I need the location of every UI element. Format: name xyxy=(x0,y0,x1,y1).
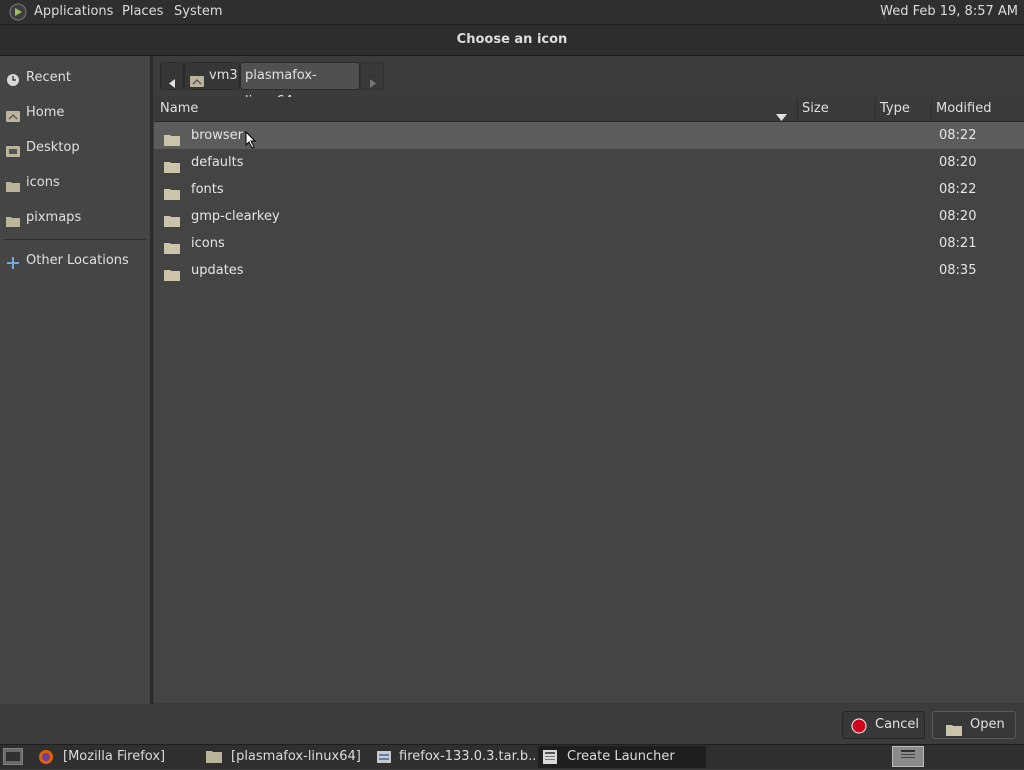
file-row-icons[interactable]: icons 08:21 xyxy=(154,230,1024,257)
column-header-label: Type xyxy=(880,101,910,116)
menu-places[interactable]: Places xyxy=(122,4,163,19)
mouse-cursor-icon xyxy=(245,130,257,153)
sidebar-item-icons[interactable]: icons xyxy=(4,170,146,196)
desktop-icon xyxy=(6,141,20,157)
folder-icon xyxy=(164,210,180,227)
folder-icon xyxy=(164,264,180,281)
task-plasmafox-linux64[interactable]: [plasmafox-linux64] xyxy=(202,746,370,768)
open-button[interactable]: Open xyxy=(932,711,1016,739)
launcher-icon xyxy=(542,749,558,765)
file-row-updates[interactable]: updates 08:35 xyxy=(154,257,1024,284)
file-modified: 08:21 xyxy=(939,236,977,251)
menu-system[interactable]: System xyxy=(174,4,222,19)
file-modified: 08:22 xyxy=(939,182,977,197)
sidebar-item-label: Desktop xyxy=(26,140,80,155)
column-header-label: Name xyxy=(160,101,199,116)
file-modified: 08:20 xyxy=(939,155,977,170)
column-header-modified[interactable]: Modified xyxy=(931,97,1024,121)
dialog-actions: Cancel Open xyxy=(0,704,1024,744)
file-name: browser xyxy=(191,128,244,143)
file-modified: 08:20 xyxy=(939,209,977,224)
archive-icon xyxy=(376,749,392,765)
path-segment-label: vm3 xyxy=(209,68,238,83)
sidebar-item-desktop[interactable]: Desktop xyxy=(4,135,146,161)
plus-icon xyxy=(6,254,20,269)
sidebar-item-pixmaps[interactable]: pixmaps xyxy=(4,205,146,231)
sidebar-separator xyxy=(4,239,146,240)
column-header-label: Modified xyxy=(936,101,992,116)
chevron-left-icon xyxy=(169,72,176,98)
file-name: icons xyxy=(191,236,225,251)
sidebar-item-label: pixmaps xyxy=(26,210,82,225)
column-header-size[interactable]: Size xyxy=(797,97,875,121)
cancel-icon xyxy=(851,718,867,744)
path-forward-button[interactable] xyxy=(360,62,384,90)
file-row-fonts[interactable]: fonts 08:22 xyxy=(154,176,1024,203)
places-sidebar: Recent Home Desktop icons pixmaps Other … xyxy=(0,56,153,704)
show-desktop-icon[interactable] xyxy=(2,747,24,769)
task-label: [plasmafox-linux64] xyxy=(231,749,361,764)
file-row-defaults[interactable]: defaults 08:20 xyxy=(154,149,1024,176)
task-label: Create Launcher xyxy=(567,749,675,764)
sidebar-item-label: icons xyxy=(26,175,60,190)
file-row-gmp-clearkey[interactable]: gmp-clearkey 08:20 xyxy=(154,203,1024,230)
column-header-type[interactable]: Type xyxy=(875,97,931,121)
file-name: gmp-clearkey xyxy=(191,209,280,224)
file-modified: 08:22 xyxy=(939,128,977,143)
path-back-button[interactable] xyxy=(160,62,184,90)
sidebar-item-label: Recent xyxy=(26,70,71,85)
path-bar: vm3 plasmafox-linux64 xyxy=(158,62,388,109)
task-label: [Mozilla Firefox] xyxy=(63,749,166,764)
task-label: firefox-133.0.3.tar.b... xyxy=(399,749,536,764)
file-name: updates xyxy=(191,263,244,278)
distro-logo-icon[interactable] xyxy=(9,3,27,21)
task-mozilla-firefox[interactable]: [Mozilla Firefox] xyxy=(34,746,200,768)
menu-applications[interactable]: Applications xyxy=(34,4,113,19)
folder-icon xyxy=(206,749,222,765)
file-name: defaults xyxy=(191,155,244,170)
top-panel: Applications Places System Wed Feb 19, 8… xyxy=(0,0,1024,25)
home-icon xyxy=(190,71,204,97)
workspace-switcher[interactable] xyxy=(892,746,924,767)
firefox-icon xyxy=(38,749,54,765)
file-name: fonts xyxy=(191,182,224,197)
folder-icon xyxy=(164,237,180,254)
file-row-browser[interactable]: browser 08:22 xyxy=(154,122,1024,149)
column-header-label: Size xyxy=(802,101,829,116)
clock-icon xyxy=(6,71,20,86)
clock[interactable]: Wed Feb 19, 8:57 AM xyxy=(880,4,1018,19)
cancel-label: Cancel xyxy=(875,717,920,732)
sidebar-item-label: Other Locations xyxy=(26,253,129,268)
file-modified: 08:35 xyxy=(939,263,977,278)
cancel-button[interactable]: Cancel xyxy=(842,711,925,739)
folder-icon xyxy=(164,129,180,146)
sidebar-item-recent[interactable]: Recent xyxy=(4,65,146,91)
sidebar-item-label: Home xyxy=(26,105,65,120)
dialog-title: Choose an icon xyxy=(0,25,1024,56)
open-label: Open xyxy=(970,717,1005,732)
task-firefox-archive[interactable]: firefox-133.0.3.tar.b... xyxy=(372,746,536,768)
path-segment-vm3[interactable]: vm3 xyxy=(184,62,240,90)
folder-icon xyxy=(6,176,20,192)
column-header-name[interactable]: Name xyxy=(154,97,797,121)
open-folder-icon xyxy=(946,720,962,746)
chevron-right-icon xyxy=(370,72,377,98)
home-icon xyxy=(6,106,20,122)
sidebar-item-other-locations[interactable]: Other Locations xyxy=(4,248,146,274)
file-list-header: Name Size Type Modified xyxy=(154,97,1024,122)
folder-icon xyxy=(164,183,180,200)
path-segment-plasmafox-linux64[interactable]: plasmafox-linux64 xyxy=(240,62,360,109)
folder-icon xyxy=(164,156,180,173)
taskbar: [Mozilla Firefox] [plasmafox-linux64] fi… xyxy=(0,744,1024,769)
task-create-launcher[interactable]: Create Launcher xyxy=(538,746,706,768)
file-list: Name Size Type Modified browser 08:22 de… xyxy=(154,97,1024,703)
folder-icon xyxy=(6,211,20,227)
sidebar-item-home[interactable]: Home xyxy=(4,100,146,126)
